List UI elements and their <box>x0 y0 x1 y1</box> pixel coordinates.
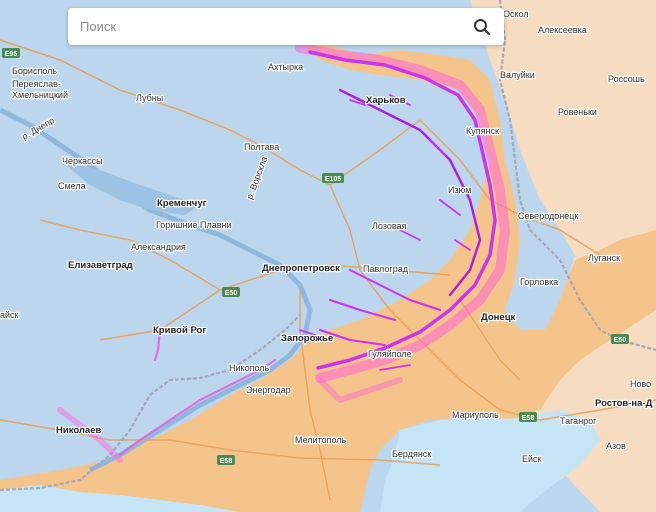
road-badge-e58-east: E58 <box>519 412 537 422</box>
city-label-borispol[interactable]: Борисполь <box>11 65 59 78</box>
city-label-lozovaya[interactable]: Лозовая <box>371 220 408 233</box>
city-label-valuyki[interactable]: Валуйки <box>499 69 536 82</box>
city-label-novo[interactable]: Ново <box>629 378 653 391</box>
road-badge-e105: E105 <box>322 173 344 183</box>
svg-text:E58: E58 <box>220 458 233 465</box>
city-label-donetsk[interactable]: Донецк <box>480 311 517 325</box>
search-icon <box>474 18 491 35</box>
city-label-aik[interactable]: айск <box>0 309 20 322</box>
city-label-lubny[interactable]: Лубны <box>135 92 165 105</box>
city-label-rossosh[interactable]: Россошь <box>607 73 646 86</box>
map-canvas[interactable]: E95 E105 E50 E50 E58 E58 Оскол Алексеевк… <box>0 0 656 512</box>
svg-text:E50: E50 <box>614 337 627 344</box>
city-label-zaporozhye[interactable]: Запорожье <box>280 332 335 346</box>
city-label-nikopol[interactable]: Никополь <box>228 362 271 375</box>
city-label-dnepropetrovsk[interactable]: Днепропетровск <box>261 262 342 276</box>
city-label-kupyansk[interactable]: Купянск <box>465 125 500 138</box>
city-label-gulyaypole[interactable]: Гуляйполе <box>367 348 413 361</box>
city-label-cherkassy[interactable]: Черкассы <box>61 155 104 168</box>
city-label-melitopol[interactable]: Мелитополь <box>294 434 348 447</box>
city-label-gorlovka[interactable]: Горловка <box>519 276 560 289</box>
city-label-gorishnie[interactable]: Горишние Плавни <box>155 219 233 232</box>
city-label-elisavetgrad[interactable]: Елизаветград <box>67 259 134 273</box>
city-label-kharkov[interactable]: Харьков <box>365 94 407 108</box>
road-badge-e50: E50 <box>222 287 240 297</box>
city-label-mariupol[interactable]: Мариуполь <box>451 409 501 422</box>
search-button[interactable] <box>466 11 498 43</box>
city-label-krivoy-rog[interactable]: Кривой Рог <box>152 324 208 338</box>
city-label-rostov[interactable]: Ростов-на-Д <box>594 397 654 411</box>
city-label-nikolaev[interactable]: Николаев <box>55 424 103 438</box>
svg-text:E58: E58 <box>522 415 535 422</box>
city-label-lugansk[interactable]: Луганск <box>587 252 622 265</box>
city-label-oskol[interactable]: Оскол <box>502 8 530 21</box>
city-label-smela[interactable]: Смела <box>57 180 87 193</box>
city-label-poltava[interactable]: Полтава <box>243 141 281 154</box>
city-label-berdyansk[interactable]: Бердянск <box>391 448 433 461</box>
city-label-kremenchug[interactable]: Кременчуг <box>156 197 208 211</box>
city-label-pavlograd[interactable]: Павлоград <box>362 263 410 276</box>
search-input[interactable] <box>78 18 466 35</box>
svg-text:E95: E95 <box>5 51 18 58</box>
city-label-alekseevka[interactable]: Алексеевка <box>537 24 588 37</box>
city-label-energodar[interactable]: Энергодар <box>245 384 292 397</box>
city-label-pereyaslav-1[interactable]: Переяслав- <box>11 78 62 91</box>
road-badge-e58: E58 <box>217 455 235 465</box>
city-label-izyum[interactable]: Изюм <box>447 184 473 197</box>
city-label-aleksandriya[interactable]: Александрия <box>130 241 188 254</box>
svg-text:E50: E50 <box>225 290 238 297</box>
road-badge-e50-east: E50 <box>611 334 629 344</box>
svg-text:E105: E105 <box>325 176 341 183</box>
city-label-akhtyrka[interactable]: Ахтырка <box>267 61 305 74</box>
city-label-azov[interactable]: Азов <box>605 440 628 453</box>
city-label-eysk[interactable]: Ейск <box>521 453 543 466</box>
city-label-rovenki[interactable]: Ровеньки <box>557 106 598 119</box>
city-label-severodonetsk[interactable]: Северодонецк <box>517 210 580 223</box>
road-badge-e95: E95 <box>2 48 20 58</box>
city-label-taganrog[interactable]: Таганрог <box>559 415 599 428</box>
search-bar <box>68 8 504 45</box>
city-label-pereyaslav-2[interactable]: Хмельницкий <box>11 89 69 102</box>
